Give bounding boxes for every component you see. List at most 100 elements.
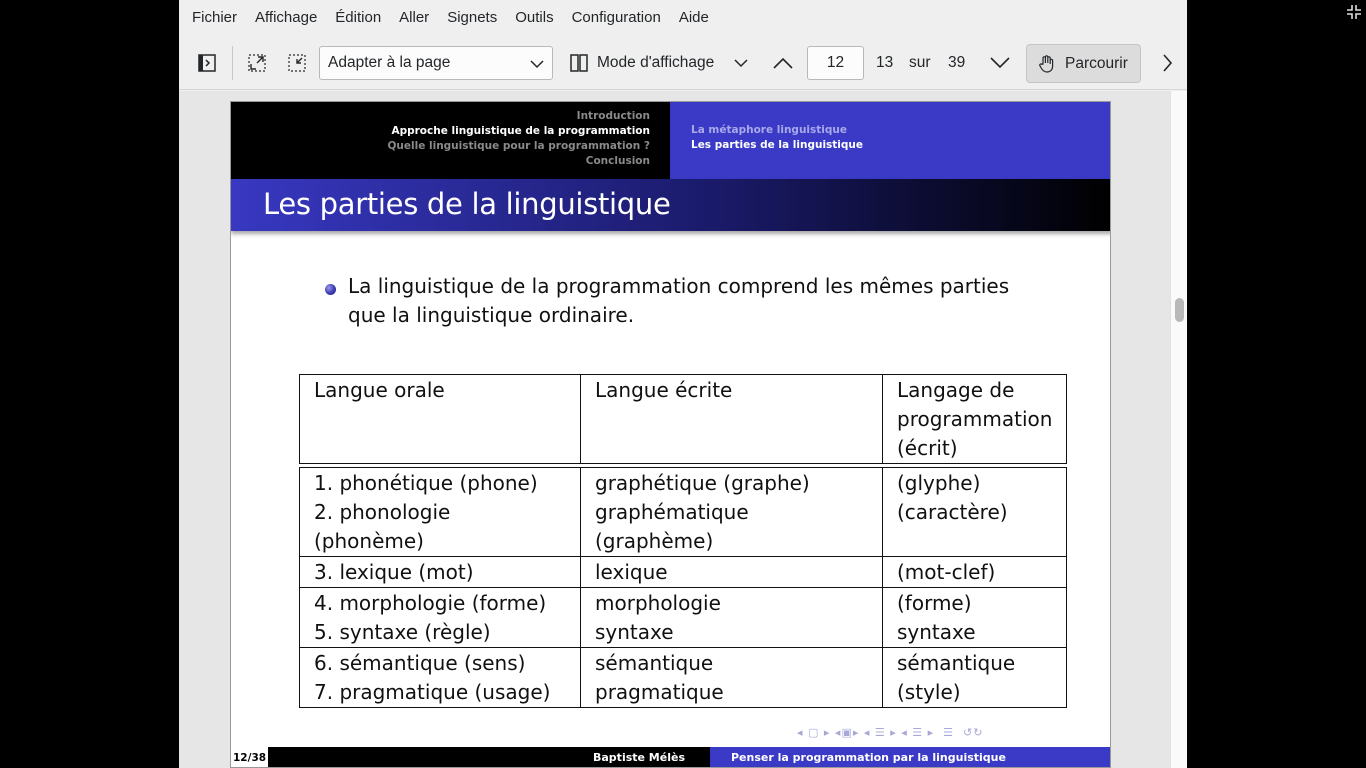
- headline-section[interactable]: Conclusion: [231, 154, 650, 169]
- cell-line: 4. morphologie (forme): [314, 591, 547, 615]
- fit-page-button[interactable]: [284, 46, 310, 80]
- cell-line: (caractère): [897, 500, 1008, 524]
- more-tools-button[interactable]: [1155, 46, 1179, 80]
- scrollbar-thumb[interactable]: [1175, 298, 1184, 322]
- cell-line: syntaxe: [897, 620, 976, 644]
- document-viewport[interactable]: Introduction Approche linguistique de la…: [179, 91, 1187, 768]
- header-line: Langage de: [897, 378, 1015, 402]
- menu-help[interactable]: Aide: [670, 0, 718, 36]
- chevron-down-icon: [734, 59, 748, 68]
- page-of-label: sur: [909, 54, 931, 71]
- bullet-line: La linguistique de la programmation comp…: [348, 274, 1010, 298]
- toolbar: Adapter à la page Mode d'affichage 12 13…: [179, 36, 1187, 90]
- table-cell: morphologie syntaxe: [580, 587, 883, 648]
- menu-bookmarks[interactable]: Signets: [438, 0, 506, 36]
- headline-section[interactable]: Introduction: [231, 109, 650, 124]
- view-mode-icon-button[interactable]: [568, 46, 590, 80]
- headline-subsections: La métaphore linguistique Les parties de…: [670, 102, 1110, 179]
- menu-view[interactable]: Affichage: [246, 0, 326, 36]
- total-pages-label: 39: [948, 54, 966, 71]
- table-row: 4. morphologie (forme) 5. syntaxe (règle…: [299, 587, 1068, 648]
- cell-line: graphématique (graphème): [595, 500, 749, 553]
- cell-line: 5. syntaxe (règle): [314, 620, 491, 644]
- exit-fullscreen-icon[interactable]: [1344, 2, 1364, 22]
- footer-title: Penser la programmation par la linguisti…: [731, 751, 1006, 764]
- columns-icon: [570, 54, 588, 72]
- headline-section-current[interactable]: Approche linguistique de la programmatio…: [231, 124, 650, 139]
- table-cell: 3. lexique (mot): [299, 556, 581, 588]
- cell-line: sémantique: [897, 651, 1016, 675]
- page-number-input[interactable]: 12: [807, 46, 864, 80]
- vertical-scrollbar[interactable]: [1170, 91, 1187, 768]
- cell-line: 6. sémantique (sens): [314, 651, 526, 675]
- table-header-cell: Langage de programmation (écrit): [881, 374, 1068, 464]
- zoom-select-value: Adapter à la page: [328, 54, 451, 71]
- cell-line: (glyphe): [897, 471, 981, 495]
- bullet-line: que la linguistique ordinaire.: [348, 303, 635, 327]
- bullet-text: La linguistique de la programmation comp…: [348, 272, 1048, 330]
- table-row: 6. sémantique (sens) 7. pragmatique (usa…: [299, 647, 1068, 708]
- chevron-down-icon: [990, 57, 1010, 69]
- headline-subsection[interactable]: La métaphore linguistique: [691, 123, 1110, 138]
- table-cell: 6. sémantique (sens) 7. pragmatique (usa…: [299, 647, 581, 708]
- menu-edit[interactable]: Édition: [326, 0, 390, 36]
- expand-icon: [248, 54, 266, 72]
- beamer-navigation-symbols[interactable]: ◂ ▢ ▸ ◂▣▸ ◂ ☰ ▸ ◂ ☰ ▸ ☰ ↺↻: [797, 726, 983, 739]
- menu-file[interactable]: Fichier: [183, 0, 246, 36]
- table-cell: 1. phonétique (phone) 2. phonologie (pho…: [299, 467, 581, 557]
- footer-author: Baptiste Mélès: [593, 751, 685, 764]
- headline-sections: Introduction Approche linguistique de la…: [231, 102, 670, 179]
- linguistics-table: Langue orale Langue écrite Langage de pr…: [299, 374, 1068, 708]
- cell-line: (style): [897, 680, 961, 704]
- slide-page: Introduction Approche linguistique de la…: [230, 101, 1111, 768]
- table-cell: 4. morphologie (forme) 5. syntaxe (règle…: [299, 587, 581, 648]
- headline-section[interactable]: Quelle linguistique pour la programmatio…: [231, 139, 651, 154]
- cell-line: sémantique: [595, 651, 714, 675]
- page-label: 13: [876, 54, 894, 71]
- table-cell: (glyphe) (caractère): [881, 467, 1068, 557]
- sidebar-toggle-icon: [198, 54, 216, 72]
- hand-icon: [1039, 54, 1054, 73]
- browse-tool-button[interactable]: Parcourir: [1026, 44, 1141, 83]
- table-header-cell: Langue écrite: [580, 374, 883, 464]
- table-header-cell: Langue orale: [299, 374, 581, 464]
- shrink-icon: [288, 54, 306, 72]
- chevron-up-icon: [773, 57, 793, 69]
- table-cell: lexique: [580, 556, 883, 588]
- table-header-row: Langue orale Langue écrite Langage de pr…: [299, 374, 1068, 464]
- chevron-right-icon: [1163, 54, 1173, 72]
- table-cell: (forme) syntaxe: [881, 587, 1068, 648]
- next-page-button[interactable]: [987, 46, 1013, 80]
- cell-line: syntaxe: [595, 620, 674, 644]
- cell-line: 7. pragmatique (usage): [314, 680, 551, 704]
- table-row: 3. lexique (mot) lexique (mot-clef): [299, 556, 1068, 588]
- table-cell: sémantique pragmatique: [580, 647, 883, 708]
- toolbar-separator: [232, 46, 233, 80]
- headline-subsection-current[interactable]: Les parties de la linguistique: [691, 138, 1110, 153]
- browse-label: Parcourir: [1065, 54, 1128, 72]
- previous-page-button[interactable]: [769, 46, 797, 80]
- header-line: (écrit): [897, 436, 958, 460]
- menu-settings[interactable]: Configuration: [563, 0, 670, 36]
- bullet-icon: [325, 284, 336, 295]
- cell-line: 2. phonologie (phonème): [314, 500, 451, 553]
- cell-line: (forme): [897, 591, 972, 615]
- chevron-down-icon: [530, 60, 544, 69]
- cell-line: graphétique (graphe): [595, 471, 810, 495]
- view-mode-dropdown[interactable]: [732, 46, 750, 80]
- cell-line: pragmatique: [595, 680, 724, 704]
- frame-title-bar: Les parties de la linguistique: [231, 179, 1110, 231]
- menu-go[interactable]: Aller: [390, 0, 438, 36]
- view-mode-label[interactable]: Mode d'affichage: [597, 46, 714, 80]
- menu-tools[interactable]: Outils: [506, 0, 562, 36]
- table-row: 1. phonétique (phone) 2. phonologie (pho…: [299, 467, 1068, 557]
- header-line: programmation: [897, 407, 1053, 431]
- fit-width-button[interactable]: [244, 46, 270, 80]
- menu-bar: Fichier Affichage Édition Aller Signets …: [179, 0, 1187, 36]
- cell-line: 1. phonétique (phone): [314, 471, 538, 495]
- frame-title: Les parties de la linguistique: [263, 187, 671, 221]
- document-viewer-window: Fichier Affichage Édition Aller Signets …: [179, 0, 1187, 768]
- zoom-select[interactable]: Adapter à la page: [319, 46, 553, 80]
- table-cell: graphétique (graphe) graphématique (grap…: [580, 467, 883, 557]
- toggle-sidebar-button[interactable]: [194, 46, 220, 80]
